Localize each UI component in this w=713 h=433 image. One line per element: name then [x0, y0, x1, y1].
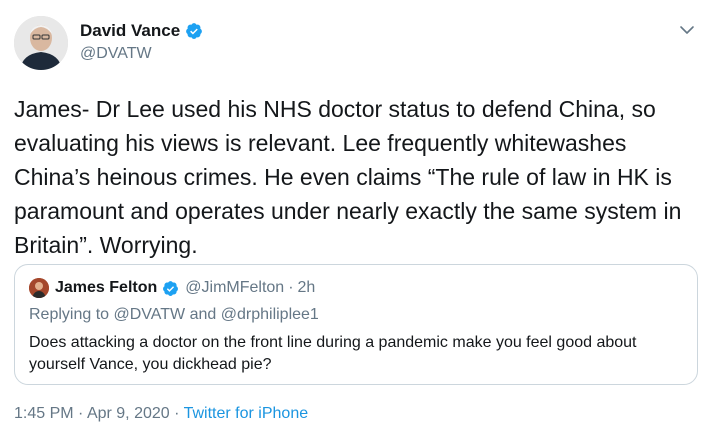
replying-to-line: Replying to @DVATW and @drphiliplee1: [29, 306, 319, 324]
verified-badge-icon: [186, 23, 203, 39]
quoted-tweet-text: Does attacking a doctor on the front lin…: [29, 334, 637, 373]
person-avatar-icon: [29, 278, 49, 298]
person-avatar-icon: [14, 16, 68, 70]
quoted-author-name[interactable]: James Felton: [55, 279, 157, 297]
tweet-date[interactable]: Apr 9, 2020: [87, 405, 170, 422]
mention-link[interactable]: @DVATW: [114, 306, 186, 323]
quoted-tweet-time[interactable]: 2h: [298, 279, 316, 297]
replying-prefix: Replying to: [29, 306, 110, 323]
quoted-tweet-header: James Felton @JimMFelton · 2h: [55, 279, 315, 297]
separator-dot: ·: [78, 405, 84, 422]
quoted-author-avatar: [29, 278, 49, 298]
verified-badge-icon: [163, 280, 179, 296]
quoted-tweet[interactable]: James Felton @JimMFelton · 2h Replying t…: [14, 264, 698, 385]
separator-dot: ·: [288, 279, 294, 296]
replying-and: and: [189, 306, 217, 323]
quoted-author-handle[interactable]: @JimMFelton: [185, 279, 284, 297]
tweet-time[interactable]: 1:45 PM: [14, 405, 74, 422]
chevron-down-icon[interactable]: [677, 20, 697, 40]
mention-link[interactable]: @drphiliplee1: [221, 306, 319, 323]
separator-dot: ·: [174, 405, 180, 422]
author-name-label[interactable]: David Vance: [80, 21, 180, 41]
author-name[interactable]: David Vance: [80, 21, 203, 41]
author-avatar[interactable]: [14, 16, 68, 70]
author-handle[interactable]: @DVATW: [80, 45, 152, 63]
tweet-card: David Vance @DVATW James- Dr Lee used hi…: [0, 0, 713, 433]
tweet-source-link[interactable]: Twitter for iPhone: [184, 405, 309, 422]
tweet-meta: 1:45 PM · Apr 9, 2020 · Twitter for iPho…: [14, 405, 308, 423]
tweet-text: James- Dr Lee used his NHS doctor status…: [14, 96, 682, 258]
